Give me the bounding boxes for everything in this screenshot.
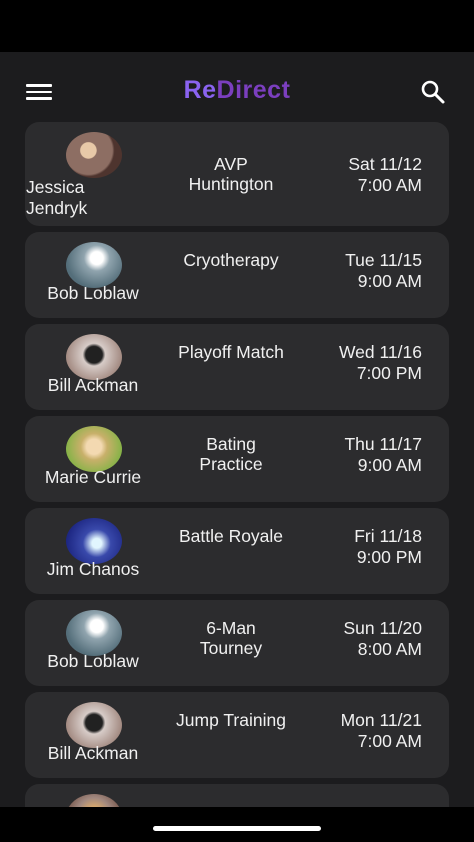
session-datetime: Thu 11/17 9:00 AM — [292, 434, 422, 476]
session-date: Tue 11/15 — [345, 250, 422, 270]
session-time: 7:00 AM — [357, 175, 422, 195]
event-title: Bating Practice — [199, 434, 263, 474]
session-datetime: Mon 11/21 7:00 AM — [292, 710, 422, 752]
session-time: 7:00 PM — [356, 363, 422, 383]
logo-suffix: Direct — [216, 76, 291, 104]
athlete-name: Marie Currie — [44, 467, 142, 487]
session-card[interactable] — [25, 784, 449, 807]
session-date: Sun 11/20 — [343, 618, 423, 638]
athlete-name: Bob Loblaw — [47, 283, 139, 303]
avatar — [66, 518, 122, 564]
session-date: Fri 11/18 — [354, 526, 422, 546]
athlete-name: Jim Chanos — [46, 559, 140, 579]
session-date: Wed 11/16 — [338, 342, 422, 362]
avatar — [66, 334, 122, 380]
session-time: 9:00 AM — [357, 455, 422, 475]
session-card[interactable]: Jim Chanos Battle Royale Fri 11/18 9:00 … — [25, 508, 449, 594]
session-date: Mon 11/21 — [340, 710, 422, 730]
session-datetime: Fri 11/18 9:00 PM — [292, 526, 422, 568]
session-time: 9:00 PM — [356, 547, 422, 567]
event-title: AVP Huntington — [188, 154, 274, 194]
event-title: Cryotherapy — [183, 250, 279, 270]
avatar — [66, 794, 122, 807]
session-date: Sat 11/12 — [348, 154, 422, 174]
event-title: Battle Royale — [178, 526, 284, 546]
session-time: 8:00 AM — [357, 639, 422, 659]
session-card[interactable]: Marie Currie Bating Practice Thu 11/17 9… — [25, 416, 449, 502]
avatar — [66, 132, 122, 178]
session-card[interactable]: Bob Loblaw Cryotherapy Tue 11/15 9:00 AM — [25, 232, 449, 318]
athlete-name: Bill Ackman — [47, 375, 139, 395]
avatar — [66, 426, 122, 472]
session-card[interactable]: Bob Loblaw 6-Man Tourney Sun 11/20 8:00 … — [25, 600, 449, 686]
session-card[interactable]: Jessica Jendryk AVP Huntington Sat 11/12… — [25, 122, 449, 226]
session-list[interactable]: Jessica Jendryk AVP Huntington Sat 11/12… — [25, 122, 449, 807]
athlete-name: Jessica Jendryk — [26, 177, 88, 218]
session-datetime: Tue 11/15 9:00 AM — [292, 250, 422, 292]
search-icon[interactable] — [420, 79, 446, 105]
app-logo: ReDirect — [0, 76, 474, 105]
event-title: Playoff Match — [178, 342, 284, 362]
session-card[interactable]: Bill Ackman Jump Training Mon 11/21 7:00… — [25, 692, 449, 778]
athlete-name: Bill Ackman — [47, 743, 139, 763]
session-datetime: Wed 11/16 7:00 PM — [292, 342, 422, 384]
home-indicator-area — [0, 807, 474, 842]
avatar — [66, 242, 122, 288]
session-datetime: Sun 11/20 8:00 AM — [292, 618, 423, 660]
home-indicator-bar[interactable] — [153, 826, 321, 831]
session-card[interactable]: Bill Ackman Playoff Match Wed 11/16 7:00… — [25, 324, 449, 410]
status-bar — [0, 0, 474, 52]
session-time: 9:00 AM — [357, 271, 422, 291]
logo-prefix: Re — [183, 76, 217, 104]
event-title: Jump Training — [176, 710, 286, 730]
session-date: Thu 11/17 — [344, 434, 422, 454]
avatar — [66, 702, 122, 748]
event-title: 6-Man Tourney — [199, 618, 263, 658]
session-datetime: Sat 11/12 7:00 AM — [292, 154, 422, 196]
avatar — [66, 610, 122, 656]
session-time: 7:00 AM — [357, 731, 422, 751]
athlete-name: Bob Loblaw — [47, 651, 139, 671]
